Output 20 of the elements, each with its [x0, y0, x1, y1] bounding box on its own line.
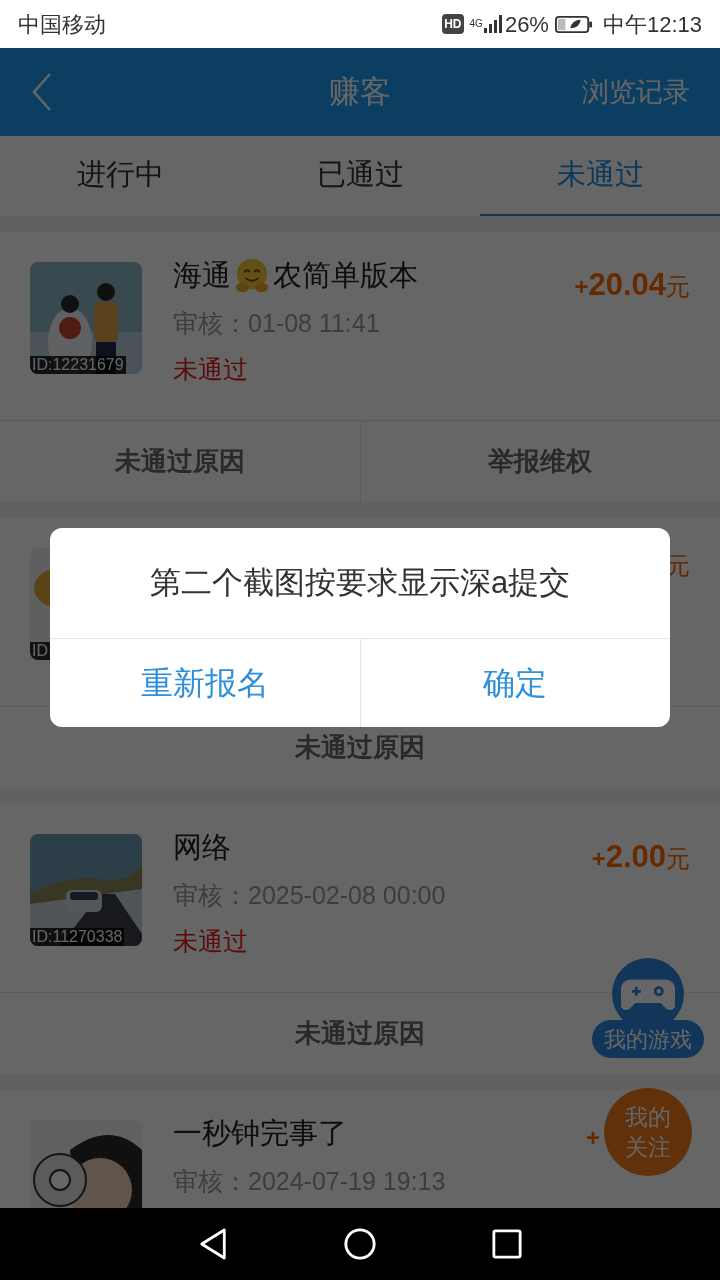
status-text: 未通过 [173, 357, 248, 382]
task-id: ID:12231679 [30, 356, 126, 374]
dialog-message: 第二个截图按要求显示深a提交 [149, 563, 571, 602]
task-title: 农简单版本 [273, 258, 418, 294]
battery-percent: 26% [504, 10, 549, 39]
clock: 中午12:13 [602, 10, 702, 39]
task-id: ID:11270338 [30, 928, 125, 946]
reward-amount: +20.04元 [574, 266, 690, 296]
task-title: 网络 [173, 830, 231, 866]
task-id: ID [30, 642, 50, 660]
reward-amount: + [586, 1123, 600, 1153]
status-text: 未通过 [173, 929, 248, 954]
page-title: 赚客 [329, 72, 391, 111]
carrier-name: 中国移动 [18, 10, 106, 39]
hd-badge: HD [442, 14, 464, 34]
games-label: 我的游戏 [592, 1020, 704, 1058]
reward-amount: +2.00元 [591, 838, 690, 868]
task-title: 海通 [173, 258, 231, 294]
task-title: 一秒钟完事了 [173, 1116, 347, 1152]
network-type: 4G [469, 19, 483, 29]
